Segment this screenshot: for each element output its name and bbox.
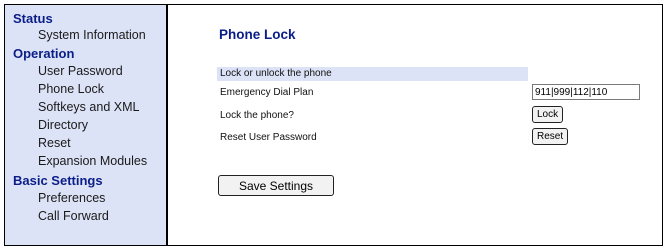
- sidebar-heading-basic-settings: Basic Settings: [13, 173, 103, 188]
- sidebar-item-call-forward[interactable]: Call Forward: [38, 209, 109, 223]
- section-label: Lock or unlock the phone: [220, 68, 332, 79]
- save-settings-button[interactable]: Save Settings: [218, 175, 334, 196]
- page-frame: Status System Information Operation User…: [4, 4, 663, 246]
- page-title: Phone Lock: [219, 27, 296, 42]
- reset-user-password-label: Reset User Password: [220, 132, 317, 143]
- sidebar-item-phone-lock[interactable]: Phone Lock: [38, 82, 104, 96]
- lock-button[interactable]: Lock: [532, 106, 564, 123]
- lock-phone-label: Lock the phone?: [220, 110, 294, 121]
- sidebar-item-preferences[interactable]: Preferences: [38, 191, 105, 205]
- sidebar-heading-status: Status: [13, 11, 53, 26]
- sidebar-item-directory[interactable]: Directory: [38, 118, 88, 132]
- sidebar-item-system-information[interactable]: System Information: [38, 28, 146, 42]
- emergency-dial-plan-input[interactable]: [532, 84, 640, 100]
- sidebar-heading-operation: Operation: [13, 46, 75, 61]
- sidebar-item-expansion-modules[interactable]: Expansion Modules: [38, 154, 147, 168]
- sidebar-item-reset[interactable]: Reset: [38, 136, 71, 150]
- reset-button[interactable]: Reset: [532, 128, 569, 145]
- section-header: Lock or unlock the phone: [217, 67, 528, 81]
- main-content: Phone Lock Lock or unlock the phone Emer…: [170, 5, 662, 245]
- sidebar-item-softkeys-xml[interactable]: Softkeys and XML: [38, 100, 139, 114]
- sidebar-nav: Status System Information Operation User…: [5, 5, 168, 245]
- emergency-dial-plan-label: Emergency Dial Plan: [220, 87, 314, 98]
- sidebar-item-user-password[interactable]: User Password: [38, 64, 123, 78]
